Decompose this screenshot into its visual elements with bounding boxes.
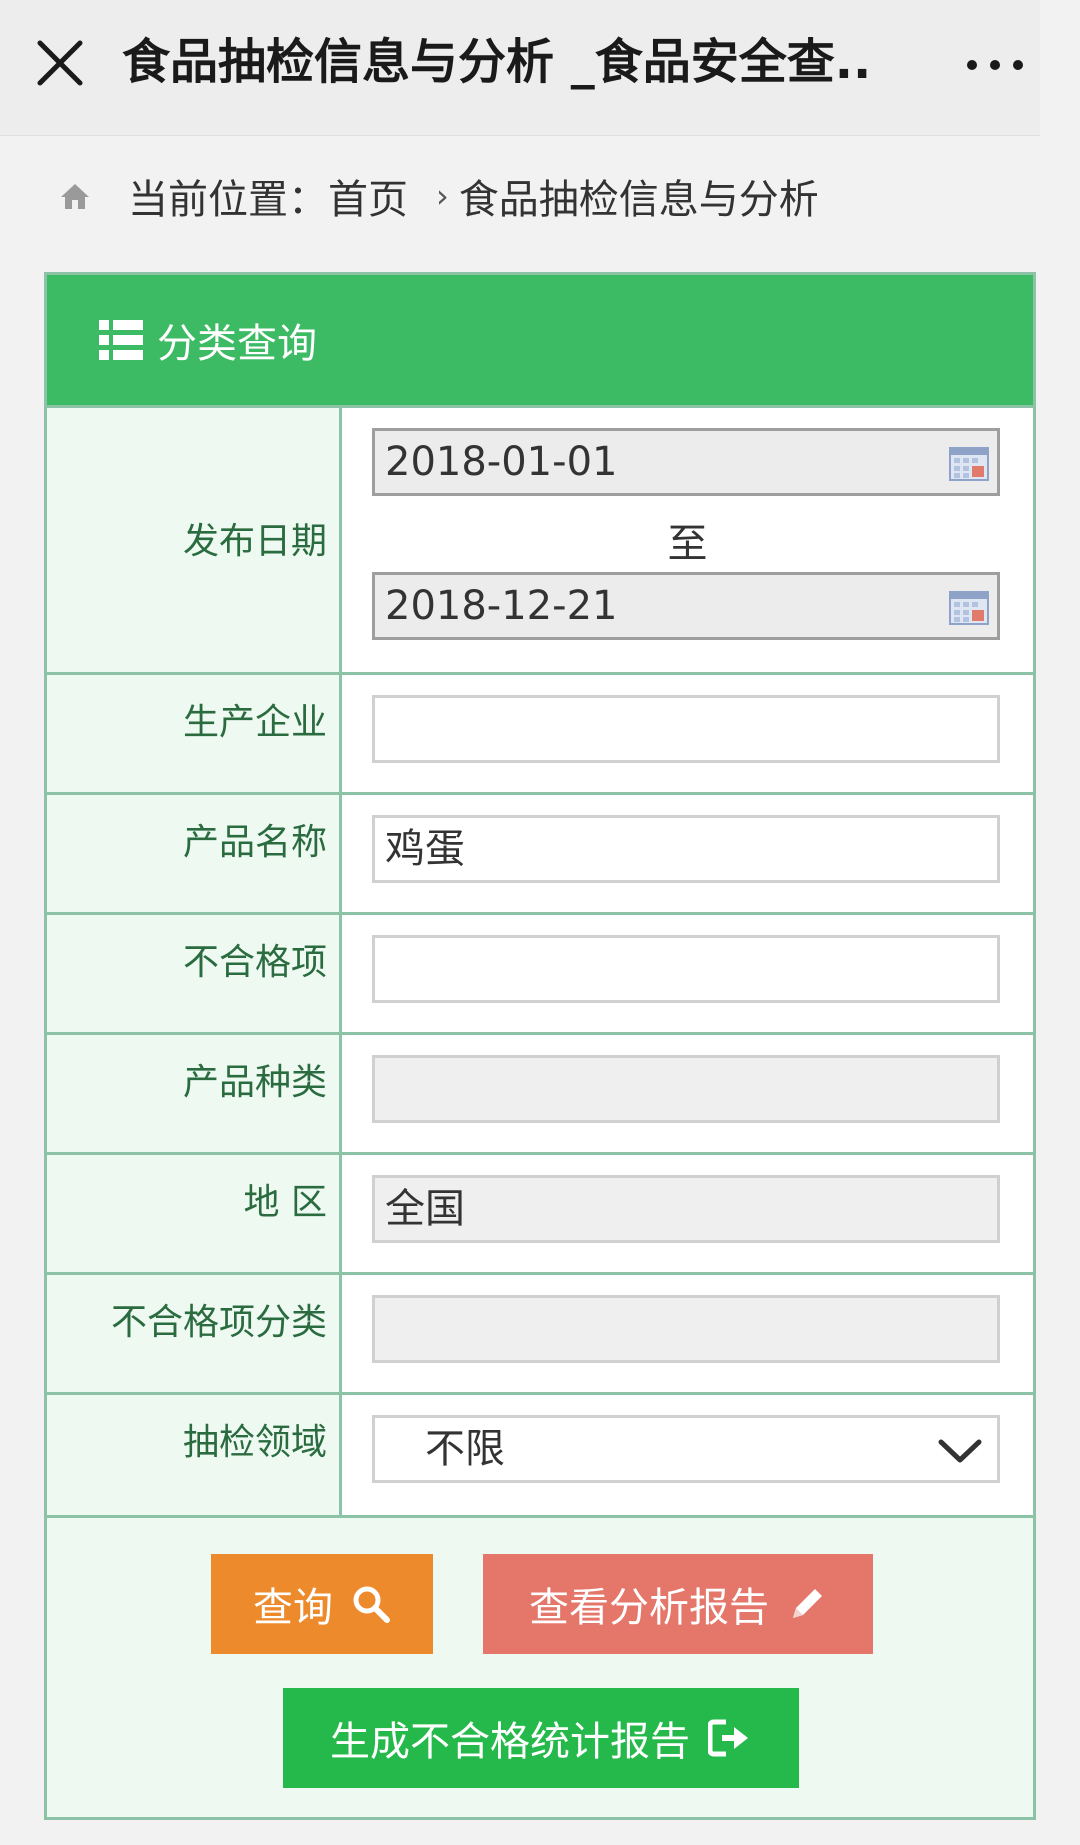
button-area: 查询 查看分析报告 生成不合格统计报告	[47, 1515, 1033, 1817]
close-icon[interactable]	[30, 33, 90, 93]
unqualified-item-label: 不合格项	[47, 915, 342, 1032]
product-name-row: 产品名称 鸡蛋	[47, 792, 1033, 912]
sampling-domain-value: 不限	[425, 1426, 505, 1472]
manufacturer-input[interactable]	[372, 695, 1000, 763]
list-icon	[99, 320, 143, 360]
unqualified-item-row: 不合格项	[47, 912, 1033, 1032]
more-icon[interactable]	[960, 40, 1030, 90]
sampling-domain-label: 抽检领域	[47, 1395, 342, 1515]
panel-header: 分类查询	[47, 275, 1033, 405]
date-to-value: 2018-12-21	[385, 583, 618, 629]
date-from-value: 2018-01-01	[385, 439, 618, 485]
top-app-bar: 食品抽检信息与分析 _食品安全查..	[0, 0, 1040, 136]
region-input[interactable]: 全国	[372, 1175, 1000, 1243]
chevron-down-icon	[938, 1439, 982, 1463]
view-analysis-report-button[interactable]: 查看分析报告	[483, 1554, 873, 1654]
generate-report-button-label: 生成不合格统计报告	[330, 1719, 690, 1765]
view-report-button-label: 查看分析报告	[529, 1585, 769, 1631]
query-button-label: 查询	[253, 1585, 333, 1631]
generate-unqualified-report-button[interactable]: 生成不合格统计报告	[283, 1688, 799, 1788]
unqualified-category-row: 不合格项分类	[47, 1272, 1033, 1392]
product-category-row: 产品种类	[47, 1032, 1033, 1152]
breadcrumb-current: 食品抽检信息与分析	[458, 177, 819, 223]
product-name-input[interactable]: 鸡蛋	[372, 815, 1000, 883]
unqualified-category-label: 不合格项分类	[47, 1275, 342, 1392]
date-from-input[interactable]: 2018-01-01	[372, 428, 1000, 496]
region-row: 地 区 全国	[47, 1152, 1033, 1272]
calendar-icon[interactable]	[949, 589, 989, 625]
calendar-icon[interactable]	[949, 445, 989, 481]
unqualified-item-input[interactable]	[372, 935, 1000, 1003]
unqualified-category-input[interactable]	[372, 1295, 1000, 1363]
home-icon	[61, 184, 89, 209]
date-range-separator: 至	[667, 521, 708, 567]
date-to-input[interactable]: 2018-12-21	[372, 572, 1000, 640]
publish-date-row: 发布日期 2018-01-01 至 2018-12-21	[47, 405, 1033, 672]
manufacturer-label: 生产企业	[47, 675, 342, 792]
region-label: 地 区	[47, 1155, 342, 1272]
manufacturer-row: 生产企业	[47, 672, 1033, 792]
product-name-label: 产品名称	[47, 795, 342, 912]
product-category-label: 产品种类	[47, 1035, 342, 1152]
publish-date-label: 发布日期	[47, 408, 342, 672]
pencil-icon	[793, 1589, 822, 1618]
product-category-input[interactable]	[372, 1055, 1000, 1123]
breadcrumb-prefix: 当前位置：	[128, 177, 328, 223]
breadcrumb-separator: ›	[436, 177, 449, 215]
export-icon	[708, 1719, 748, 1757]
breadcrumb: 当前位置： 首页 › 食品抽检信息与分析	[58, 168, 819, 224]
search-icon	[353, 1586, 390, 1623]
query-button[interactable]: 查询	[211, 1554, 433, 1654]
panel-title: 分类查询	[157, 321, 317, 367]
page-title: 食品抽检信息与分析 _食品安全查..	[122, 34, 872, 90]
sampling-domain-select[interactable]: 不限	[372, 1415, 1000, 1483]
sampling-domain-row: 抽检领域 不限	[47, 1392, 1033, 1515]
breadcrumb-home-link[interactable]: 首页	[328, 167, 408, 225]
category-query-panel: 分类查询 发布日期 2018-01-01 至 2018-12-21 生产企业 产…	[44, 272, 1036, 1820]
